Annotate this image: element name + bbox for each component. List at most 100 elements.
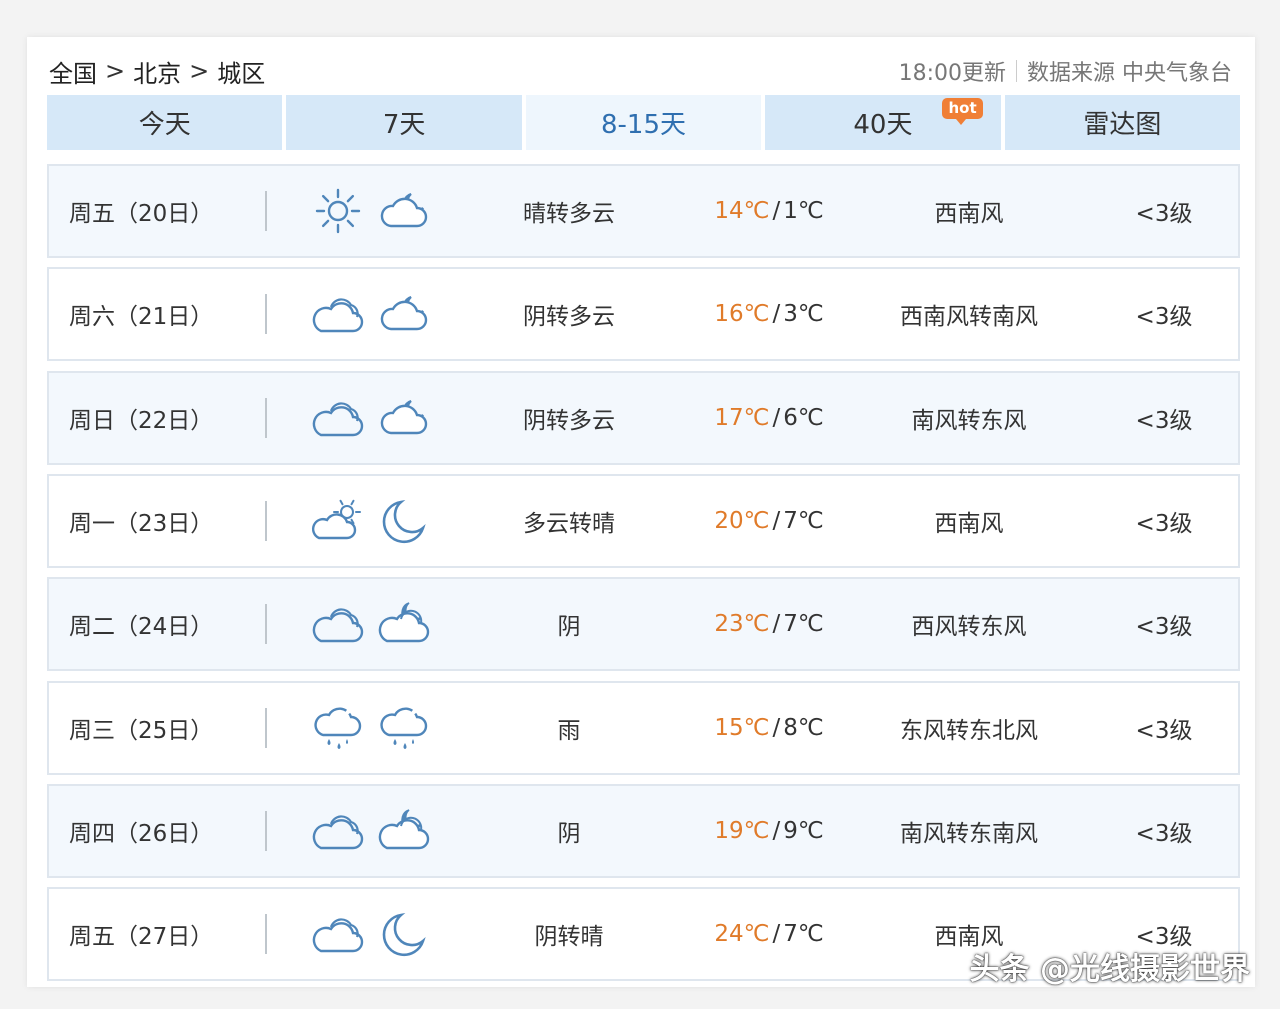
weather-description: 多云转晴: [523, 511, 615, 537]
column-divider: [265, 294, 267, 334]
forecast-row: 周二（24日） 阴 23℃ / 7℃ 西风转东风 <3级: [47, 577, 1240, 671]
weather-description: 阴: [557, 614, 581, 640]
wind-direction: 西南风转南风: [900, 304, 1038, 330]
low-temperature: 6℃: [783, 405, 824, 431]
temp-separator: /: [772, 198, 781, 224]
column-divider: [265, 914, 267, 954]
weather-icons: [311, 579, 441, 669]
weather-description: 晴转多云: [523, 201, 615, 227]
tab-label: 雷达图: [1083, 110, 1162, 140]
tab-radar[interactable]: 雷达图: [1004, 95, 1241, 150]
breadcrumb-city[interactable]: 北京: [133, 54, 181, 89]
cloud-moon-icon: [377, 184, 431, 238]
temperature: 16℃ / 3℃: [689, 269, 849, 359]
cloud-icon: [311, 907, 365, 961]
cloud-sun-icon: [311, 494, 365, 548]
low-temperature: 7℃: [783, 921, 824, 947]
day-date: 周三（25日）: [69, 718, 214, 744]
low-temperature: 8℃: [783, 715, 824, 741]
data-source: 数据来源 中央气象台: [1027, 61, 1232, 86]
breadcrumb-country[interactable]: 全国: [49, 54, 97, 89]
cloud-moon-icon: [377, 287, 431, 341]
wind-direction: 南风转东风: [911, 408, 1027, 434]
weather-description: 阴转晴: [534, 924, 604, 950]
low-temperature: 3℃: [783, 301, 824, 327]
tab-today[interactable]: 今天: [47, 95, 283, 150]
tab-label: 40天: [853, 110, 913, 140]
forecast-row: 周四（26日） 阴 19℃ / 9℃ 南风转东南风 <3级: [47, 784, 1240, 878]
breadcrumb: 全国 > 北京 > 城区: [49, 54, 265, 89]
temperature: 17℃ / 6℃: [689, 373, 849, 463]
wind-level: <3级: [1135, 201, 1193, 227]
weather-description: 阴: [557, 821, 581, 847]
weather-icons: [311, 476, 441, 566]
column-divider: [265, 398, 267, 438]
day-date: 周一（23日）: [69, 511, 214, 537]
low-temperature: 7℃: [783, 611, 824, 637]
moon-icon: [377, 494, 431, 548]
temp-separator: /: [772, 301, 781, 327]
temp-separator: /: [772, 508, 781, 534]
column-divider: [265, 501, 267, 541]
low-temperature: 9℃: [783, 818, 824, 844]
tab-label: 7天: [382, 110, 426, 140]
cloud-night-icon: [377, 804, 431, 858]
weather-description: 阴转多云: [523, 304, 615, 330]
high-temperature: 20℃: [714, 508, 770, 534]
temperature: 14℃ / 1℃: [689, 166, 849, 256]
forecast-row: 周六（21日） 阴转多云 16℃ / 3℃ 西南风转南风 <3级: [47, 267, 1240, 361]
temp-separator: /: [772, 715, 781, 741]
column-divider: [265, 604, 267, 644]
temperature: 23℃ / 7℃: [689, 579, 849, 669]
divider: [1016, 60, 1017, 82]
wind-level: <3级: [1135, 408, 1193, 434]
rain-icon: [377, 701, 431, 755]
watermark: 头条 @光线摄影世界: [969, 952, 1250, 987]
breadcrumb-district[interactable]: 城区: [217, 54, 265, 89]
forecast-row: 周一（23日） 多云转晴 20℃ / 7℃ 西南风 <3级: [47, 474, 1240, 568]
hot-badge: hot: [942, 98, 983, 125]
day-date: 周五（27日）: [69, 924, 214, 950]
tab-7-days[interactable]: 7天: [286, 95, 522, 150]
temp-separator: /: [772, 405, 781, 431]
column-divider: [265, 811, 267, 851]
wind-direction: 西南风: [934, 511, 1004, 537]
temperature: 19℃ / 9℃: [689, 786, 849, 876]
temp-separator: /: [772, 818, 781, 844]
temp-separator: /: [772, 611, 781, 637]
day-date: 周日（22日）: [69, 408, 214, 434]
weather-icons: [311, 269, 441, 359]
temperature: 20℃ / 7℃: [689, 476, 849, 566]
forecast-row: 周日（22日） 阴转多云 17℃ / 6℃ 南风转东风 <3级: [47, 371, 1240, 465]
rain-icon: [311, 701, 365, 755]
cloud-icon: [311, 391, 365, 445]
wind-direction: 南风转东南风: [900, 821, 1038, 847]
low-temperature: 7℃: [783, 508, 824, 534]
column-divider: [265, 708, 267, 748]
tab-40-days[interactable]: 40天 hot: [765, 95, 1001, 150]
day-date: 周五（20日）: [69, 201, 214, 227]
wind-direction: 西风转东风: [911, 614, 1027, 640]
weather-description: 雨: [557, 718, 581, 744]
weather-icons: [311, 373, 441, 463]
temperature: 24℃ / 7℃: [689, 889, 849, 979]
cloud-night-icon: [377, 597, 431, 651]
cloud-icon: [311, 804, 365, 858]
wind-level: <3级: [1135, 304, 1193, 330]
high-temperature: 14℃: [714, 198, 770, 224]
temperature: 15℃ / 8℃: [689, 683, 849, 773]
cloud-icon: [311, 597, 365, 651]
forecast-row: 周五（20日） 晴转多云 14℃ / 1℃ 西南风 <3级: [47, 164, 1240, 258]
forecast-tabs: 今天 7天 8-15天 40天 hot 雷达图: [47, 95, 1241, 150]
tab-label: 今天: [138, 110, 191, 140]
high-temperature: 16℃: [714, 301, 770, 327]
high-temperature: 23℃: [714, 611, 770, 637]
sun-icon: [311, 184, 365, 238]
tab-8-15-days[interactable]: 8-15天: [525, 95, 762, 150]
moon-icon: [377, 907, 431, 961]
wind-level: <3级: [1135, 511, 1193, 537]
high-temperature: 19℃: [714, 818, 770, 844]
tab-label: 8-15天: [601, 110, 687, 140]
weather-icons: [311, 786, 441, 876]
forecast-row: 周三（25日） 雨 15℃ / 8℃ 东风转东北风 <3级: [47, 681, 1240, 775]
